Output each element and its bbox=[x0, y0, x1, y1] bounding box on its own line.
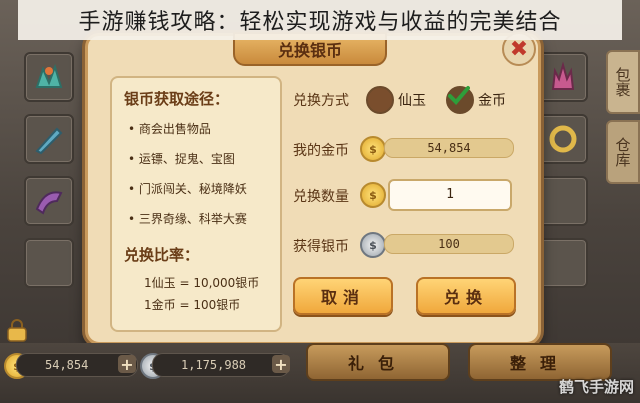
radio-jade[interactable] bbox=[366, 86, 394, 114]
inventory-slot-empty[interactable] bbox=[538, 176, 588, 226]
item-ring-icon bbox=[549, 125, 577, 153]
gold-coin-icon: $ bbox=[360, 182, 386, 208]
item-blade-icon bbox=[35, 127, 63, 155]
silver-coin-icon: $ bbox=[360, 232, 386, 258]
inventory-slot[interactable] bbox=[24, 114, 74, 164]
method-label: 兑换方式 bbox=[293, 93, 349, 109]
close-icon: ✖ bbox=[509, 36, 529, 62]
rate-gold: 1金币 = 100银币 bbox=[144, 298, 241, 312]
item-claw-icon bbox=[35, 191, 63, 215]
inventory-slot[interactable] bbox=[24, 52, 74, 102]
page-title: 手游赚钱攻略：轻松实现游戏与收益的完美结合 bbox=[18, 0, 622, 40]
my-gold-value: 54,854 bbox=[384, 138, 514, 158]
gift-button[interactable]: 礼包 bbox=[306, 343, 450, 381]
watermark: 鹤飞手游网 bbox=[558, 378, 634, 396]
add-silver-button[interactable]: + bbox=[272, 355, 290, 374]
info-panel: 银币获取途径： • 商会出售物品 • 运镖、捉鬼、宝图 • 门派闯关、秘境降妖 … bbox=[110, 76, 282, 332]
tab-warehouse[interactable]: 仓库 bbox=[606, 120, 640, 184]
add-gold-button[interactable]: + bbox=[118, 355, 136, 374]
get-silver-label: 获得银币 bbox=[293, 239, 349, 255]
option-gold-label: 金币 bbox=[478, 93, 506, 109]
checkmark-icon bbox=[448, 86, 470, 105]
gold-coin-icon: $ bbox=[360, 136, 386, 162]
radio-gold[interactable] bbox=[446, 86, 474, 114]
bottom-bar: $ 54,854 + $ 1,175,988 + 礼包 整理 bbox=[0, 343, 640, 403]
cancel-button[interactable]: 取消 bbox=[293, 277, 393, 315]
acquire-way: • 商会出售物品 bbox=[128, 122, 211, 136]
acquire-way: • 门派闯关、秘境降妖 bbox=[128, 182, 247, 196]
inventory-slot-empty[interactable] bbox=[538, 238, 588, 288]
inventory-slot[interactable] bbox=[24, 176, 74, 226]
acquire-heading: 银币获取途径： bbox=[124, 90, 230, 108]
rate-heading: 兑换比率： bbox=[124, 246, 200, 264]
acquire-way: • 三界奇缘、科举大赛 bbox=[128, 212, 247, 226]
item-crystal-icon bbox=[35, 63, 63, 88]
inventory-slot-empty[interactable] bbox=[24, 238, 74, 288]
silver-balance-value: 1,175,988 bbox=[181, 358, 247, 372]
quantity-input[interactable]: 1 bbox=[388, 179, 512, 211]
inventory-slot[interactable] bbox=[538, 114, 588, 164]
qty-label: 兑换数量 bbox=[293, 189, 349, 205]
acquire-way: • 运镖、捉鬼、宝图 bbox=[128, 152, 235, 166]
get-silver-value: 100 bbox=[384, 234, 514, 254]
exchange-dialog: 兑换银币 ✖ 银币获取途径： • 商会出售物品 • 运镖、捉鬼、宝图 • 门派闯… bbox=[85, 32, 541, 345]
gold-balance-value: 54,854 bbox=[45, 358, 89, 372]
confirm-exchange-button[interactable]: 兑换 bbox=[416, 277, 516, 315]
item-coral-icon bbox=[551, 61, 575, 90]
my-gold-label: 我的金币 bbox=[293, 143, 349, 159]
option-jade-label: 仙玉 bbox=[398, 93, 426, 109]
inventory-slot[interactable] bbox=[538, 52, 588, 102]
rate-jade: 1仙玉 = 10,000银币 bbox=[144, 276, 260, 290]
silver-balance: 1,175,988 bbox=[152, 353, 290, 377]
tab-bag[interactable]: 包裹 bbox=[606, 50, 640, 114]
lock-icon[interactable] bbox=[4, 318, 30, 342]
